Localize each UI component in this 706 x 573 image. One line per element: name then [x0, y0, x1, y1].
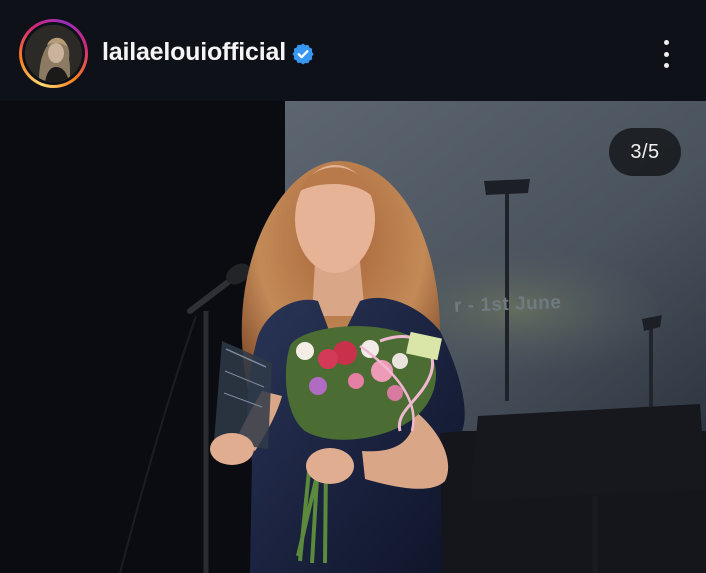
more-options-button[interactable]	[652, 36, 680, 72]
carousel-counter: 3/5	[609, 128, 681, 176]
more-dot-icon	[663, 51, 669, 57]
post-header: lailaelouiofficial	[0, 0, 706, 101]
post-photo[interactable]: r - 1st June	[0, 101, 706, 573]
photo-image	[0, 101, 706, 573]
story-ring[interactable]	[19, 19, 88, 88]
more-dot-icon	[663, 40, 669, 45]
username[interactable]: lailaelouiofficial	[102, 38, 286, 67]
screen-text: r - 1st June	[453, 292, 562, 317]
more-dot-icon	[663, 63, 669, 68]
profile-avatar[interactable]	[25, 25, 82, 82]
verified-badge-icon	[292, 43, 314, 65]
